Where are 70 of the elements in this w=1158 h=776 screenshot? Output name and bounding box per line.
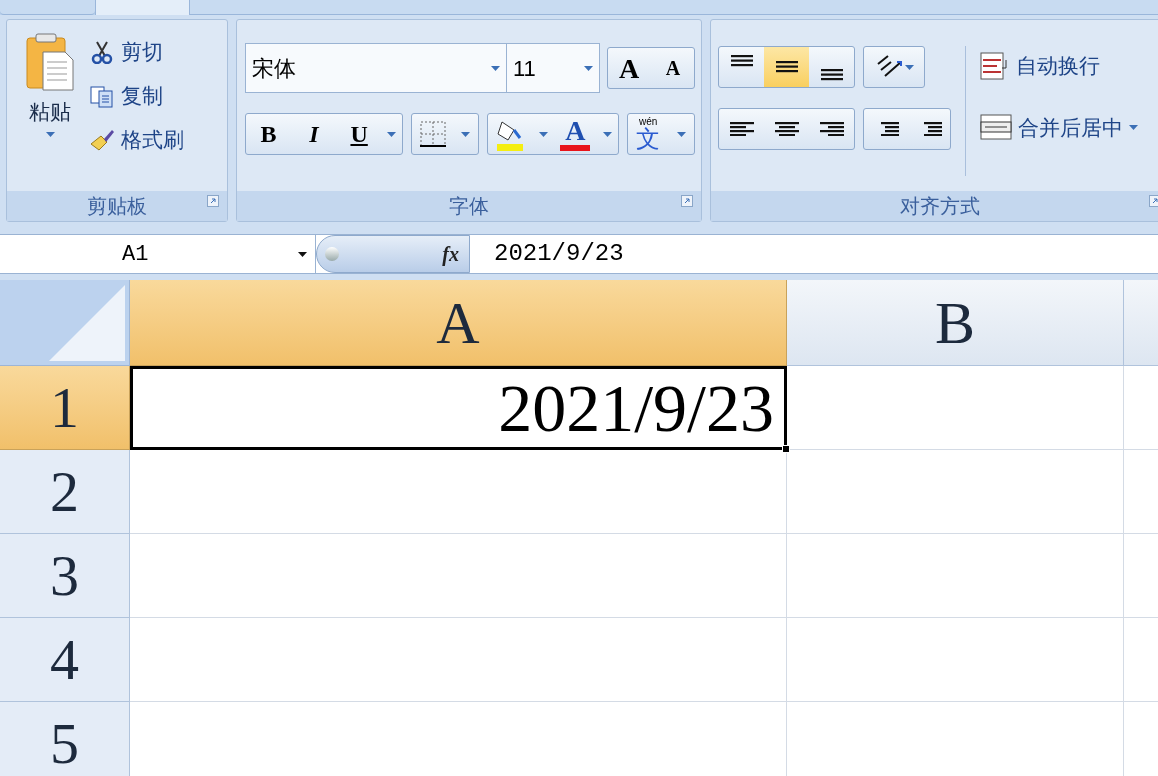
fill-handle[interactable] (782, 445, 790, 453)
caret-icon (676, 131, 686, 137)
caret-icon (584, 65, 593, 71)
shrink-font-button[interactable]: A (652, 48, 694, 88)
formula-field[interactable]: 2021/9/23 (470, 235, 1158, 273)
row-header[interactable]: 3 (0, 534, 130, 618)
format-painter-button[interactable]: 格式刷 (89, 122, 184, 158)
caret-icon (298, 251, 307, 257)
table-cell[interactable] (130, 618, 787, 702)
group-label: 字体 (449, 194, 489, 219)
align-lines-icon (773, 61, 800, 73)
scissors-icon (89, 40, 115, 64)
selected-cell[interactable]: 2021/9/23 (130, 366, 787, 450)
dialog-launcher-icon[interactable] (207, 195, 219, 207)
phonetic-button[interactable]: wén 文 (636, 117, 661, 151)
italic-button[interactable]: I (296, 116, 331, 152)
brush-icon (89, 128, 115, 152)
caret-icon (461, 131, 471, 137)
align-center-icon (773, 122, 800, 136)
table-cell[interactable] (787, 618, 1124, 702)
row-header[interactable]: 2 (0, 450, 130, 534)
wrap-text-icon (980, 51, 1010, 80)
table-cell[interactable] (787, 366, 1124, 450)
font-name-field[interactable]: 宋体 (245, 43, 507, 93)
splitter-knob (325, 247, 339, 261)
group-label: 剪贴板 (87, 194, 147, 219)
font-color-button[interactable]: A (560, 117, 591, 151)
caret-icon (387, 131, 397, 137)
text-orientation-button[interactable] (863, 46, 925, 88)
underline-button[interactable]: U (342, 116, 377, 152)
align-right-icon (818, 122, 845, 136)
copy-icon (89, 84, 115, 108)
caret-icon (45, 131, 55, 137)
caret-icon (491, 65, 500, 71)
borders-button[interactable] (411, 113, 479, 155)
grow-font-button[interactable]: A (608, 48, 650, 88)
row-header[interactable]: 5 (0, 702, 130, 776)
align-lines-icon (818, 69, 845, 81)
align-left-icon (728, 122, 755, 136)
merge-cells-icon (980, 114, 1012, 141)
bold-button[interactable]: B (251, 116, 286, 152)
table-cell[interactable] (130, 534, 787, 618)
group-label: 对齐方式 (900, 194, 980, 219)
paste-button[interactable]: 粘贴 (21, 32, 79, 158)
wrap-text-button[interactable]: 自动换行 (980, 50, 1138, 82)
borders-icon[interactable] (419, 121, 446, 147)
copy-button[interactable]: 复制 (89, 78, 184, 114)
formula-bar-splitter[interactable]: fx (316, 235, 470, 273)
font-size-field[interactable]: 11 (507, 43, 600, 93)
function-icon[interactable]: fx (442, 239, 459, 269)
merge-center-button[interactable]: 合并后居中 (980, 111, 1138, 143)
row-header[interactable]: 1 (0, 366, 130, 450)
caret-icon (904, 64, 914, 70)
caret-icon (1129, 124, 1138, 130)
table-cell[interactable] (787, 450, 1124, 534)
column-header[interactable]: B (787, 280, 1124, 366)
triangle-icon (49, 285, 125, 361)
caret-icon (602, 131, 612, 137)
dialog-launcher-icon[interactable] (681, 195, 693, 207)
table-cell[interactable] (787, 534, 1124, 618)
column-header[interactable]: A (130, 280, 787, 366)
dialog-launcher-icon[interactable] (1149, 195, 1158, 207)
cut-button[interactable]: 剪切 (89, 34, 184, 70)
table-cell[interactable] (130, 450, 787, 534)
clipboard-icon (23, 32, 77, 92)
align-lines-icon (728, 55, 755, 67)
vertical-align-button[interactable] (764, 47, 809, 87)
name-box[interactable]: A1 (0, 235, 316, 273)
row-header[interactable]: 4 (0, 618, 130, 702)
caret-icon (538, 131, 548, 137)
